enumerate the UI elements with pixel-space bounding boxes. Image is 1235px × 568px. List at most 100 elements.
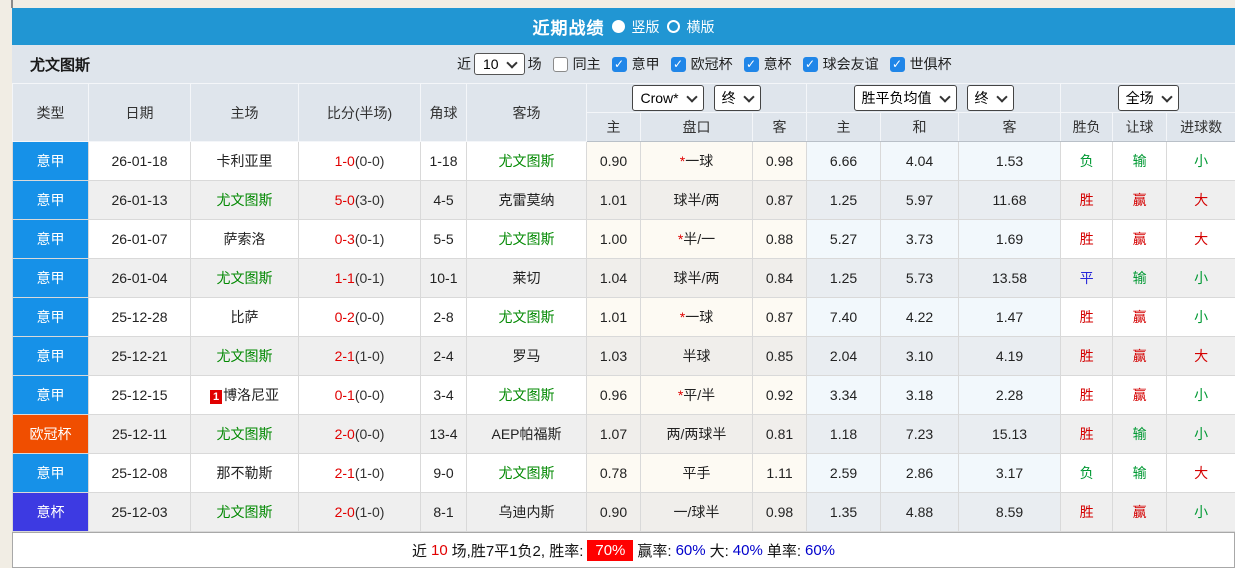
match-count-select[interactable]: 10 xyxy=(474,53,525,75)
col-header-away: 客场 xyxy=(467,84,587,142)
avg-lose-odds: 13.58 xyxy=(959,259,1061,298)
home-team-name[interactable]: 比萨 xyxy=(231,309,259,325)
summary-footer: 近10场,胜7平1负2, 胜率:70%赢率:60%大:40%单率:60% xyxy=(12,532,1235,568)
league-checkbox-cwc[interactable] xyxy=(890,57,905,72)
filter-controls: 近 10 场 同主 意甲 欧冠杯 意杯 球会友谊 世俱杯 xyxy=(457,53,952,75)
halftime-score: (1-0) xyxy=(355,504,385,520)
col-header-date: 日期 xyxy=(89,84,191,142)
away-team: 尤文图斯 xyxy=(467,142,587,181)
away-team-name[interactable]: 尤文图斯 xyxy=(499,153,555,169)
summary-part: 单率: xyxy=(767,540,801,561)
avg-draw-odds: 4.04 xyxy=(881,142,959,181)
type-badge: 欧冠杯 xyxy=(13,415,89,454)
league-checkbox-friendly[interactable] xyxy=(803,57,818,72)
horizontal-layout-radio[interactable] xyxy=(667,20,680,33)
type-badge: 意甲 xyxy=(13,298,89,337)
home-team-name[interactable]: 卡利亚里 xyxy=(217,153,273,169)
recent-results-panel: 近期战绩 竖版 横版 尤文图斯 近 10 场 同主 意甲 欧冠杯 意杯 球会友谊… xyxy=(12,8,1235,568)
avg-draw-odds: 3.10 xyxy=(881,337,959,376)
chevron-down-icon xyxy=(743,91,754,102)
same-home-label: 同主 xyxy=(573,54,601,74)
avg-draw-odds: 4.88 xyxy=(881,493,959,532)
away-team-name[interactable]: AEP帕福斯 xyxy=(491,426,561,442)
away-team-name[interactable]: 罗马 xyxy=(513,348,541,364)
handicap-line: *一球 xyxy=(641,142,753,181)
corner-score: 4-5 xyxy=(421,181,467,220)
away-odds: 1.11 xyxy=(753,454,807,493)
wdl-avg-select[interactable]: 胜平负均值 xyxy=(854,85,957,111)
league-checkbox-ucl[interactable] xyxy=(671,57,686,72)
away-team-name[interactable]: 尤文图斯 xyxy=(499,309,555,325)
results-table: 类型 日期 主场 比分(半场) 角球 客场 Crow* 终 xyxy=(12,83,1235,532)
home-team: 萨索洛 xyxy=(191,220,299,259)
corner-score: 2-8 xyxy=(421,298,467,337)
result-handicap: 赢 xyxy=(1113,337,1167,376)
avg-lose-odds: 2.28 xyxy=(959,376,1061,415)
table-row: 意甲 25-12-21 尤文图斯 2-1(1-0) 2-4 罗马 1.03 半球… xyxy=(13,337,1235,376)
avg-win-odds: 2.04 xyxy=(807,337,881,376)
match-date: 25-12-11 xyxy=(89,415,191,454)
summary-part: 60% xyxy=(805,542,835,559)
avg-win-odds: 3.34 xyxy=(807,376,881,415)
handicap-line: 平手 xyxy=(641,454,753,493)
home-team-name[interactable]: 尤文图斯 xyxy=(217,348,273,364)
match-date: 26-01-18 xyxy=(89,142,191,181)
home-team: 1博洛尼亚 xyxy=(191,376,299,415)
type-badge: 意杯 xyxy=(13,493,89,532)
odds-time-select-2[interactable]: 终 xyxy=(967,85,1014,111)
home-team-name[interactable]: 尤文图斯 xyxy=(217,504,273,520)
vertical-layout-label[interactable]: 竖版 xyxy=(632,17,660,37)
page-edge-fragment xyxy=(11,0,13,8)
away-team-name[interactable]: 莱切 xyxy=(513,270,541,286)
odds-time-select-1[interactable]: 终 xyxy=(714,85,761,111)
away-team-name[interactable]: 尤文图斯 xyxy=(499,231,555,247)
fulltime-score: 1-0 xyxy=(335,153,355,169)
league-label-coppa: 意杯 xyxy=(764,54,792,74)
home-team-name[interactable]: 尤文图斯 xyxy=(217,426,273,442)
odds-company-select[interactable]: Crow* xyxy=(632,85,703,111)
col-header-result-goals: 进球数 xyxy=(1167,113,1235,142)
away-odds: 0.92 xyxy=(753,376,807,415)
match-score: 1-0(0-0) xyxy=(299,142,421,181)
scope-select[interactable]: 全场 xyxy=(1118,85,1179,111)
league-label-friendly: 球会友谊 xyxy=(823,54,879,74)
league-label-serie-a: 意甲 xyxy=(632,54,660,74)
handicap-line: *平/半 xyxy=(641,376,753,415)
horizontal-layout-label[interactable]: 横版 xyxy=(687,17,715,37)
away-team: 莱切 xyxy=(467,259,587,298)
fulltime-score: 0-2 xyxy=(335,309,355,325)
filter-bar: 尤文图斯 近 10 场 同主 意甲 欧冠杯 意杯 球会友谊 世俱杯 xyxy=(12,45,1235,83)
home-team-name[interactable]: 尤文图斯 xyxy=(217,270,273,286)
result-goals: 小 xyxy=(1167,415,1235,454)
result-handicap: 赢 xyxy=(1113,220,1167,259)
home-team: 比萨 xyxy=(191,298,299,337)
vertical-layout-radio[interactable] xyxy=(612,20,625,33)
avg-draw-odds: 5.97 xyxy=(881,181,959,220)
league-checkbox-serie-a[interactable] xyxy=(612,57,627,72)
away-team-name[interactable]: 尤文图斯 xyxy=(499,465,555,481)
avg-draw-odds: 3.18 xyxy=(881,376,959,415)
chevron-down-icon xyxy=(506,57,517,68)
home-odds: 0.78 xyxy=(587,454,641,493)
away-team-name[interactable]: 乌迪内斯 xyxy=(499,504,555,520)
table-row: 意甲 26-01-04 尤文图斯 1-1(0-1) 10-1 莱切 1.04 球… xyxy=(13,259,1235,298)
away-team: 乌迪内斯 xyxy=(467,493,587,532)
away-team-name[interactable]: 尤文图斯 xyxy=(499,387,555,403)
league-checkbox-coppa[interactable] xyxy=(744,57,759,72)
result-wdl: 负 xyxy=(1061,454,1113,493)
away-team-name[interactable]: 克雷莫纳 xyxy=(499,192,555,208)
result-wdl: 胜 xyxy=(1061,376,1113,415)
home-team-name[interactable]: 那不勒斯 xyxy=(217,465,273,481)
home-odds: 1.07 xyxy=(587,415,641,454)
home-odds: 0.96 xyxy=(587,376,641,415)
halftime-score: (0-0) xyxy=(355,309,385,325)
home-team-name[interactable]: 萨索洛 xyxy=(224,231,266,247)
col-header-score: 比分(半场) xyxy=(299,84,421,142)
home-team-name[interactable]: 博洛尼亚 xyxy=(223,387,279,403)
type-badge: 意甲 xyxy=(13,181,89,220)
home-team-name[interactable]: 尤文图斯 xyxy=(217,192,273,208)
corner-score: 10-1 xyxy=(421,259,467,298)
same-home-checkbox[interactable] xyxy=(553,57,568,72)
fulltime-score: 2-0 xyxy=(335,426,355,442)
home-odds: 1.00 xyxy=(587,220,641,259)
